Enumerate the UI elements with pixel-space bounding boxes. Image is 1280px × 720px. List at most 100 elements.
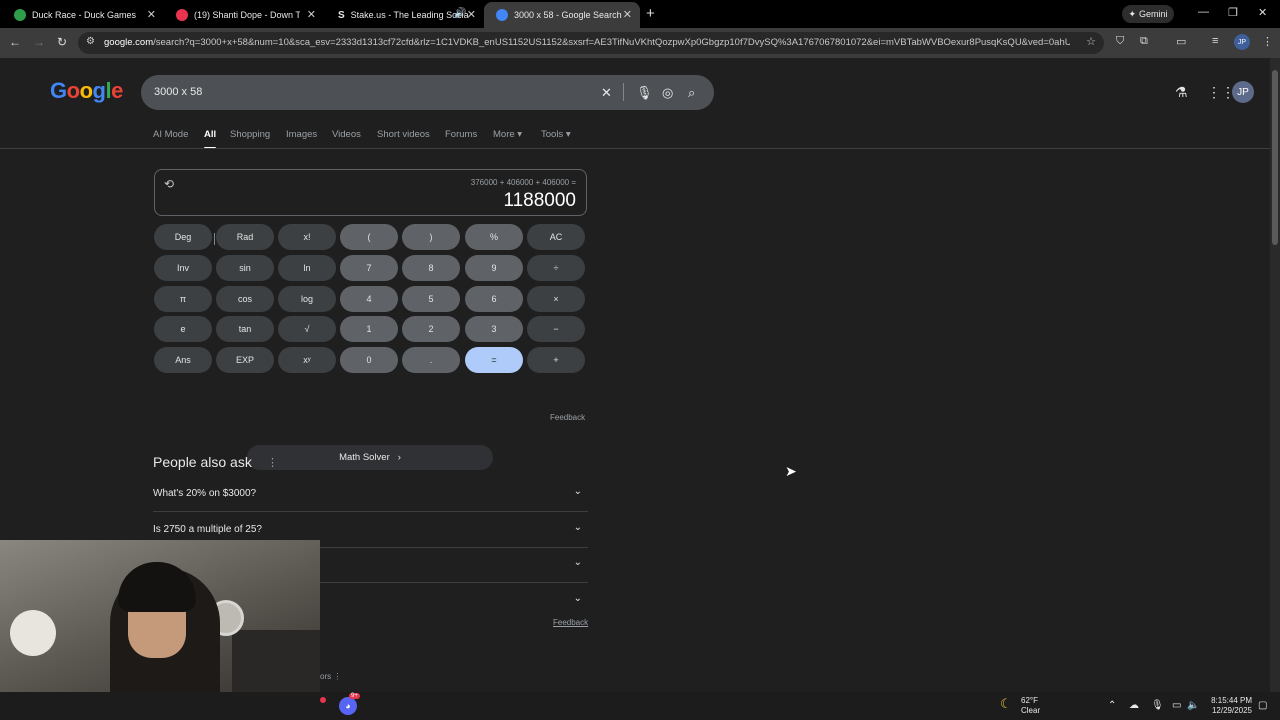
tab-all[interactable]: All (204, 129, 217, 149)
close-tab-icon[interactable]: ✕ (307, 8, 316, 21)
deg-button[interactable]: Deg (154, 224, 212, 250)
chevron-down-icon[interactable]: ⌄ (574, 522, 582, 533)
apps-grid-icon[interactable]: ⋮⋮ (1207, 84, 1235, 101)
system-clock[interactable]: 8:15:44 PM 12/29/2025 (1206, 696, 1252, 716)
close-paren-button[interactable]: ) (402, 224, 460, 250)
tab-videos[interactable]: Videos (332, 129, 361, 140)
digit-2-button[interactable]: 2 (402, 316, 460, 342)
back-arrow-icon[interactable]: ← (9, 35, 21, 49)
notifications-icon[interactable]: ▢ (1258, 700, 1267, 711)
tab-shanti-dope[interactable]: (19) Shanti Dope - Down To 🔊 ✕ (164, 2, 466, 28)
onedrive-cloud-icon[interactable]: ☁ (1129, 700, 1139, 711)
account-avatar[interactable]: JP (1232, 81, 1254, 103)
lens-camera-icon[interactable]: ◎ (662, 85, 673, 101)
exp-button[interactable]: EXP (216, 347, 274, 373)
digit-1-button[interactable]: 1 (340, 316, 398, 342)
chevron-down-icon[interactable]: ⌄ (574, 557, 582, 568)
pi-button[interactable]: π (154, 286, 212, 312)
math-solver-button[interactable]: Math Solver › (247, 445, 493, 470)
tab-more[interactable]: More ▾ (493, 129, 522, 140)
digit-0-button[interactable]: 0 (340, 347, 398, 373)
subtract-button[interactable]: − (527, 316, 585, 342)
history-icon[interactable]: ⟲ (164, 177, 174, 191)
more-options-icon[interactable]: ⋮ (267, 456, 278, 469)
address-bar[interactable]: ⚙ google.com/search?q=3000+x+58&num=10&s… (78, 32, 1104, 54)
close-tab-icon[interactable]: ✕ (623, 8, 632, 21)
clear-search-icon[interactable]: ✕ (601, 85, 612, 101)
tab-google-search[interactable]: 3000 x 58 - Google Search ✕ (484, 2, 640, 28)
reload-icon[interactable]: ↻ (57, 35, 67, 49)
percent-button[interactable]: % (465, 224, 523, 250)
decimal-button[interactable]: . (402, 347, 460, 373)
equals-button[interactable]: = (465, 347, 523, 373)
ans-button[interactable]: Ans (154, 347, 212, 373)
multiply-button[interactable]: × (527, 286, 585, 312)
chevron-down-icon[interactable]: ⌄ (574, 593, 582, 604)
bookmark-star-icon[interactable]: ☆ (1086, 35, 1096, 48)
close-window-icon[interactable]: ✕ (1258, 6, 1267, 19)
search-input[interactable]: 3000 x 58 (154, 86, 202, 98)
tab-duck-race[interactable]: Duck Race - Duck Games ✕ (2, 2, 164, 28)
all-clear-button[interactable]: AC (527, 224, 585, 250)
search-icon[interactable]: ⌕ (688, 85, 695, 101)
close-tab-icon[interactable]: ✕ (147, 8, 156, 21)
digit-5-button[interactable]: 5 (402, 286, 460, 312)
digit-6-button[interactable]: 6 (465, 286, 523, 312)
digit-7-button[interactable]: 7 (340, 255, 398, 281)
calculator-feedback-link[interactable]: Feedback (550, 413, 585, 422)
google-logo[interactable]: Google (50, 78, 123, 104)
tab-tools[interactable]: Tools ▾ (541, 129, 571, 140)
media-controls-icon[interactable]: ≡ (1212, 35, 1218, 47)
add-button[interactable]: + (527, 347, 585, 373)
inverse-button[interactable]: Inv (154, 255, 212, 281)
minimize-icon[interactable]: — (1198, 6, 1209, 18)
digit-8-button[interactable]: 8 (402, 255, 460, 281)
euler-button[interactable]: e (154, 316, 212, 342)
profile-avatar[interactable]: JP (1234, 34, 1250, 50)
tab-ai-mode[interactable]: AI Mode (153, 129, 188, 140)
cos-button[interactable]: cos (216, 286, 274, 312)
microphone-icon[interactable]: 🎙 (636, 85, 653, 101)
ln-button[interactable]: ln (278, 255, 336, 281)
factorial-button[interactable]: x! (278, 224, 336, 250)
tan-button[interactable]: tan (216, 316, 274, 342)
search-divider (623, 83, 624, 101)
extensions-puzzle-icon[interactable]: ⧉ (1140, 35, 1148, 48)
network-icon[interactable]: ▭ (1172, 700, 1181, 711)
gemini-button[interactable]: ✦ Gemini (1122, 5, 1174, 23)
tab-images[interactable]: Images (286, 129, 317, 140)
shield-extension-icon[interactable]: ⛉ (1116, 35, 1124, 48)
tab-short-videos[interactable]: Short videos (377, 129, 430, 140)
discord-app-icon[interactable]: ◕ (339, 697, 357, 715)
tab-shopping[interactable]: Shopping (230, 129, 270, 140)
page-scrollbar[interactable] (1270, 58, 1280, 692)
log-button[interactable]: log (278, 286, 336, 312)
search-box[interactable]: 3000 x 58 ✕ 🎙 ◎ ⌕ (141, 75, 714, 110)
microphone-tray-icon[interactable]: 🎙 (1151, 700, 1164, 711)
restore-icon[interactable]: ❐ (1228, 6, 1238, 19)
scrollbar-thumb[interactable] (1272, 70, 1278, 245)
digit-3-button[interactable]: 3 (465, 316, 523, 342)
tab-forums[interactable]: Forums (445, 129, 477, 140)
digit-4-button[interactable]: 4 (340, 286, 398, 312)
power-button[interactable]: xʸ (278, 347, 336, 373)
open-paren-button[interactable]: ( (340, 224, 398, 250)
sin-button[interactable]: sin (216, 255, 274, 281)
new-tab-icon[interactable]: + (646, 5, 655, 22)
sqrt-button[interactable]: √ (278, 316, 336, 342)
paa-feedback-link[interactable]: Feedback (553, 618, 588, 627)
volume-icon[interactable]: 🔈 (1187, 700, 1199, 711)
forward-arrow-icon[interactable]: → (33, 35, 45, 49)
show-hidden-icons-chevron-icon[interactable]: ⌃ (1108, 700, 1116, 711)
cast-icon[interactable]: ▭ (1176, 35, 1186, 48)
divide-button[interactable]: ÷ (527, 255, 585, 281)
chevron-down-icon[interactable]: ⌄ (574, 486, 582, 497)
digit-9-button[interactable]: 9 (465, 255, 523, 281)
site-info-icon[interactable]: ⚙ (86, 36, 95, 47)
menu-kebab-icon[interactable]: ⋮ (1262, 35, 1273, 48)
rad-button[interactable]: Rad (216, 224, 274, 250)
labs-flask-icon[interactable]: ⚗ (1175, 84, 1188, 101)
tab-stake[interactable]: S Stake.us - The Leading Social C ✕ (326, 2, 484, 28)
close-tab-icon[interactable]: ✕ (467, 8, 476, 21)
paa-question[interactable]: What's 20% on $3000? ⌄ (153, 476, 588, 512)
